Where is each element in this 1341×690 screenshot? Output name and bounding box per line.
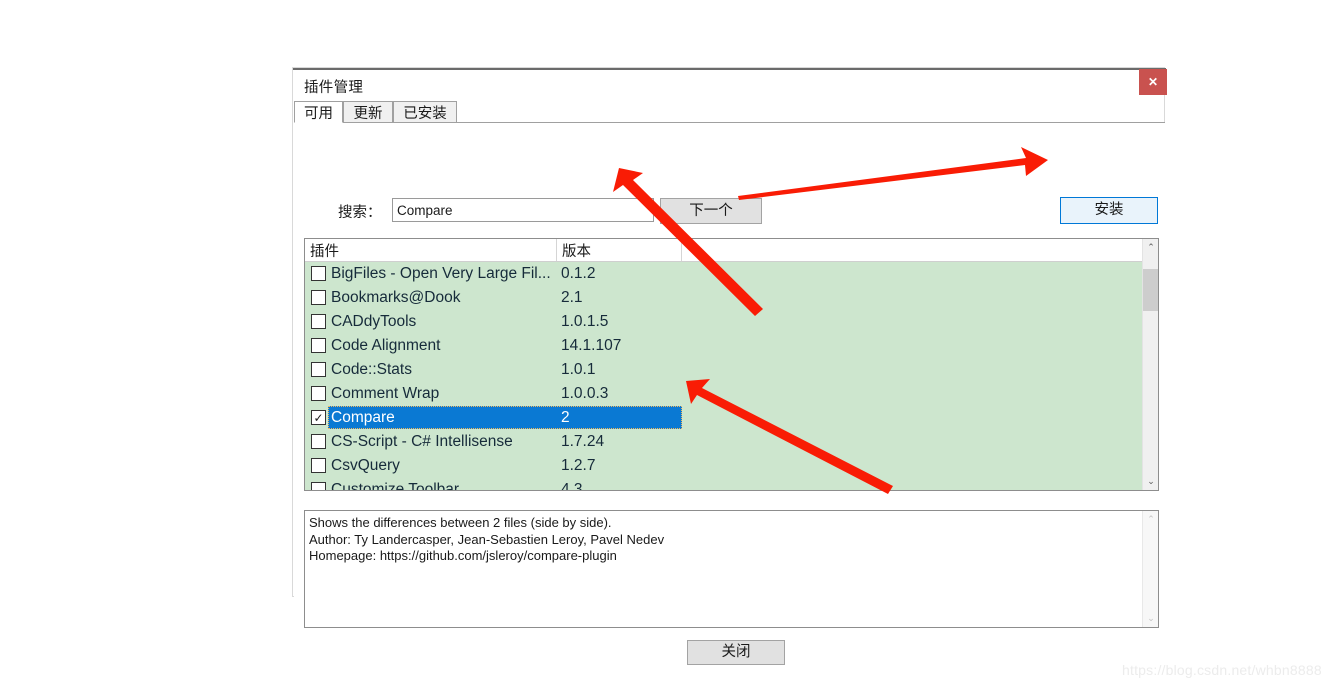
checkbox-icon[interactable] [311, 458, 326, 473]
scroll-down-icon[interactable]: ⌄ [1143, 473, 1158, 490]
column-header-version[interactable]: 版本 [557, 239, 682, 261]
description-scroll-up-icon[interactable]: ⌃ [1143, 511, 1158, 528]
checkbox-icon[interactable] [311, 314, 326, 329]
plugin-version: 14.1.107 [561, 337, 622, 354]
plugin-list-header: 插件 版本 [305, 239, 1158, 262]
plugin-name: CADdyTools [331, 313, 417, 330]
table-row[interactable]: Customize Toolbar 4.3 [305, 478, 1142, 491]
checkbox-icon[interactable] [311, 290, 326, 305]
table-row[interactable]: CsvQuery 1.2.7 [305, 454, 1142, 478]
plugin-admin-dialog: 插件管理 可用 更新 已安装 搜索： 下一个 安装 插件 版本 BigFiles… [292, 67, 1166, 628]
checkbox-icon[interactable] [311, 482, 326, 490]
plugin-name: Customize Toolbar [331, 481, 460, 491]
page-title: 插件管理 [304, 80, 364, 96]
watermark: https://blog.csdn.net/whbn8888 [1122, 662, 1322, 678]
table-row[interactable]: CADdyTools 1.0.1.5 [305, 310, 1142, 334]
table-row[interactable]: ✓ Compare 2 [305, 406, 1142, 430]
install-button[interactable]: 安装 [1060, 197, 1158, 224]
plugin-name: Bookmarks@Dook [331, 289, 461, 306]
plugin-version: 1.2.7 [561, 457, 596, 474]
plugin-description-text: Shows the differences between 2 files (s… [309, 515, 665, 563]
scroll-up-icon[interactable]: ⌃ [1143, 239, 1158, 256]
table-row[interactable]: CS-Script - C# Intellisense 1.7.24 [305, 430, 1142, 454]
plugin-name: CS-Script - C# Intellisense [331, 433, 513, 450]
dialog-top-border [293, 68, 1166, 70]
available-tab-panel: 搜索： 下一个 安装 插件 版本 BigFiles - Open Very La… [294, 123, 1165, 628]
plugin-version: 2.1 [561, 289, 583, 306]
plugin-name: Code::Stats [331, 361, 412, 378]
plugin-list: 插件 版本 BigFiles - Open Very Large Fil... 0… [304, 238, 1159, 491]
checkbox-icon[interactable] [311, 338, 326, 353]
next-button[interactable]: 下一个 [660, 198, 762, 224]
plugin-version: 1.0.0.3 [561, 385, 609, 402]
screen: 插件管理 可用 更新 已安装 搜索： 下一个 安装 插件 版本 BigFiles… [0, 0, 1341, 690]
plugin-list-scrollbar[interactable]: ⌃ ⌄ [1142, 239, 1158, 490]
search-label: 搜索： [338, 205, 382, 221]
description-scroll-down-icon[interactable]: ⌄ [1143, 610, 1158, 627]
table-row[interactable]: Code::Stats 1.0.1 [305, 358, 1142, 382]
plugin-version: 1.0.1.5 [561, 313, 609, 330]
plugin-version: 0.1.2 [561, 265, 596, 282]
checkbox-icon[interactable] [311, 434, 326, 449]
scrollbar-thumb[interactable] [1143, 269, 1158, 311]
search-input[interactable] [392, 198, 654, 222]
table-row[interactable]: BigFiles - Open Very Large Fil... 0.1.2 [305, 262, 1142, 286]
checkbox-checked-icon[interactable]: ✓ [311, 410, 326, 425]
plugin-name: Code Alignment [331, 337, 441, 354]
checkbox-icon[interactable] [311, 386, 326, 401]
table-row[interactable]: Comment Wrap 1.0.0.3 [305, 382, 1142, 406]
plugin-name: Compare [331, 409, 395, 426]
plugin-version: 1.7.24 [561, 433, 605, 450]
plugin-name: CsvQuery [331, 457, 400, 474]
tab-updates[interactable]: 更新 [343, 101, 393, 123]
close-button[interactable]: 关闭 [687, 640, 785, 665]
column-header-plugin[interactable]: 插件 [305, 239, 557, 261]
tab-available[interactable]: 可用 [294, 101, 343, 123]
plugin-name: BigFiles - Open Very Large Fil... [331, 265, 551, 282]
close-icon[interactable]: ✕ [1139, 69, 1167, 95]
description-scrollbar[interactable]: ⌃ ⌄ [1142, 511, 1158, 627]
plugin-description-panel: Shows the differences between 2 files (s… [304, 510, 1159, 628]
plugin-version: 1.0.1 [561, 361, 596, 378]
table-row[interactable]: Code Alignment 14.1.107 [305, 334, 1142, 358]
tab-installed[interactable]: 已安装 [393, 101, 457, 123]
checkbox-icon[interactable] [311, 266, 326, 281]
tab-bar: 可用 更新 已安装 [294, 101, 1165, 123]
table-row[interactable]: Bookmarks@Dook 2.1 [305, 286, 1142, 310]
checkbox-icon[interactable] [311, 362, 326, 377]
plugin-list-body: BigFiles - Open Very Large Fil... 0.1.2 Bo… [305, 262, 1142, 491]
plugin-version: 4.3 [561, 481, 583, 491]
column-header-blank[interactable] [682, 239, 1142, 261]
plugin-version: 2 [561, 409, 570, 426]
plugin-name: Comment Wrap [331, 385, 440, 402]
